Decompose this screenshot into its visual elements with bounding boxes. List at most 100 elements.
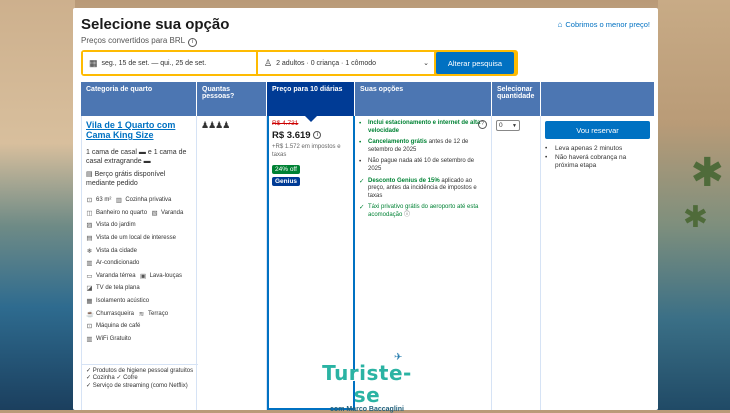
option-highlight: Cancelamento grátis	[368, 139, 428, 146]
facility-item: ◫ Banheiro no quarto	[86, 209, 147, 217]
facilities-list: ⊡ 63 m² ▥ Cozinha privativa ◫ Banheiro no qua…	[86, 194, 196, 345]
facility-label: Varanda	[161, 209, 184, 216]
facility-row: ▥ WiFi Gratuito	[86, 333, 196, 346]
quantity-cell: 0 ▼	[492, 116, 541, 410]
current-price: R$ 3.619 i	[272, 130, 353, 141]
extra-item: ✓ Produtos de higiene pessoal gratuitos	[86, 368, 194, 374]
facility-label: Vista do jardim	[96, 222, 136, 229]
table-header: Categoria de quarto Quantas pessoas? Pre…	[81, 82, 654, 122]
chevron-down-icon: ▼	[512, 122, 517, 129]
two-persons-icon: ♟♟♟♟	[201, 120, 230, 130]
facility-label: Isolamento acústico	[96, 298, 150, 305]
facility-icon: ☕	[86, 310, 95, 318]
calendar-icon: ▦	[89, 57, 98, 68]
header-price[interactable]: Preço para 10 diárias	[267, 82, 355, 122]
price-match-link[interactable]: ⌂ Cobrimos o menor preço!	[558, 20, 650, 29]
facility-item: ≋ Terraço	[138, 310, 168, 318]
question-icon[interactable]: ?	[478, 120, 487, 129]
facility-item: ▥ Cozinha privativa	[115, 196, 172, 205]
facility-label: Varanda térrea	[96, 272, 136, 279]
option-item: ✓ Táxi privativo grátis do aeroporto até …	[359, 204, 487, 219]
option-item: • Inclui estacionamento e internet de alt…	[359, 120, 487, 135]
facility-row: ⊡ Máquina de café	[86, 320, 196, 333]
taxes-note: +R$ 1.572 em impostos e taxas	[272, 144, 341, 158]
facility-label: WiFi Gratuito	[96, 335, 132, 342]
date-field[interactable]: ▦ seg., 15 de set. — qui., 25 de set.	[83, 52, 256, 74]
facility-icon: ▤	[86, 235, 93, 243]
check-icon: ✓	[359, 204, 365, 212]
facility-label: Vista da cidade	[96, 247, 137, 254]
facility-row: ☕ Churrasqueira ≋ Terraço	[86, 307, 196, 320]
facility-icon: ▣	[140, 272, 147, 280]
facility-icon: ⊡	[86, 323, 93, 331]
extras-list: ✓ Produtos de higiene pessoal gratuitos ✓…	[82, 364, 198, 390]
facility-label: Lava-louças	[149, 272, 182, 279]
header-book	[541, 82, 654, 116]
facility-icon: ▦	[86, 298, 93, 306]
facility-icon: ▭	[86, 272, 93, 280]
facility-icon: ⊡	[86, 197, 93, 205]
check-icon: ✓	[359, 177, 365, 185]
room-name-link[interactable]: Vila de 1 Quarto com Cama King Size	[86, 120, 196, 140]
change-search-button[interactable]: Alterar pesquisa	[436, 52, 514, 74]
date-field-value: seg., 15 de set. — qui., 25 de set.	[101, 59, 207, 67]
option-item: • Cancelamento grátis antes de 12 de sete…	[359, 139, 487, 154]
room-options-panel: Selecione sua opção Preços convertidos p…	[73, 8, 658, 410]
guests-cell: ♟♟♟♟	[197, 116, 267, 410]
info-icon[interactable]: i	[188, 38, 198, 47]
facility-icon: ❄	[86, 247, 93, 255]
option-detail: Não pague nada até 10 de setembro de 202…	[368, 158, 475, 172]
facility-label: Churrasqueira	[96, 310, 135, 317]
facility-icon: ▨	[86, 222, 93, 230]
option-text: Táxi privativo grátis do aeroporto até e…	[368, 204, 487, 219]
facility-label: TV de tela plana	[96, 285, 140, 292]
room-cell: Vila de 1 Quarto com Cama King Size 1 ca…	[81, 116, 198, 410]
bullet-icon: •	[359, 120, 362, 127]
facility-item: ⊡ Máquina de café	[86, 322, 141, 331]
booking-cell: Vou reservar • Leva apenas 2 minutos • Não …	[541, 116, 654, 410]
bullet-icon: •	[545, 153, 548, 161]
facility-label: 63 m²	[96, 197, 112, 204]
price-match-text: Cobrimos o menor preço!	[565, 20, 650, 29]
facility-row: ⊡ 63 m² ▥ Cozinha privativa	[86, 194, 196, 207]
header-quantity: Selecionar quantidade	[492, 82, 541, 116]
header-room-category: Categoria de quarto	[81, 82, 197, 116]
facility-label: Ar-condicionado	[96, 260, 140, 267]
facility-icon: ≋	[138, 310, 145, 318]
option-item: ✓ Desconto Genius de 15% aplicado ao preç…	[359, 178, 487, 201]
quantity-select[interactable]: 0 ▼	[496, 120, 520, 131]
info-icon[interactable]: i	[313, 131, 322, 140]
facility-label: Máquina de café	[96, 323, 141, 330]
crib-info: ▤ Berço grátis disponível mediante pedid…	[86, 170, 196, 188]
facility-icon: ▥	[86, 335, 93, 343]
currency-note: Preços convertidos para BRL i	[81, 36, 198, 47]
info-icon[interactable]: ⓘ	[402, 212, 410, 218]
facility-item: ❄ Vista da cidade	[86, 247, 137, 255]
facility-icon: ▥	[115, 197, 122, 205]
facility-row: ◫ Banheiro no quarto ▧ Varanda	[86, 207, 196, 220]
facility-item: ◪ TV de tela plana	[86, 284, 140, 293]
extra-item: ✓ Serviço de streaming (como Netflix)	[86, 382, 188, 389]
facility-label: Cozinha privativa	[125, 197, 172, 204]
bullet-icon: •	[545, 145, 548, 152]
option-detail: Táxi privativo grátis do aeroporto até e…	[368, 204, 479, 218]
booking-note: • Não haverá cobrança na próxima etapa	[545, 154, 650, 171]
facility-row: ◪ TV de tela plana	[86, 282, 196, 295]
guests-field[interactable]: ♙ 2 adultos · 0 criança · 1 cômodo ⌄	[258, 52, 434, 74]
facility-icon: ◪	[86, 285, 93, 293]
bed-info: 1 cama de casal ▬ e 1 cama de casal extr…	[86, 149, 187, 165]
facility-icon: ▥	[86, 260, 93, 268]
facility-item: ▧ Varanda	[151, 209, 183, 217]
option-text: Desconto Genius de 15% aplicado ao preço…	[368, 178, 487, 201]
facility-row: ▥ Ar-condicionado	[86, 257, 196, 270]
watermark-brand: Turiste-se	[322, 361, 412, 407]
bullet-icon: •	[359, 158, 362, 166]
booking-note: • Leva apenas 2 minutos	[545, 145, 650, 154]
watermark-logo: Turiste-se com Marco Baccaglini	[312, 362, 422, 413]
booking-note-text: Leva apenas 2 minutos	[555, 145, 623, 152]
reserve-button[interactable]: Vou reservar	[545, 121, 650, 139]
booking-notes: • Leva apenas 2 minutos • Não haverá cobran…	[545, 145, 650, 171]
facility-item: ⊡ 63 m²	[86, 196, 112, 205]
chevron-down-icon: ⌄	[423, 60, 429, 67]
palm-tree-icon: ✱	[682, 201, 708, 234]
